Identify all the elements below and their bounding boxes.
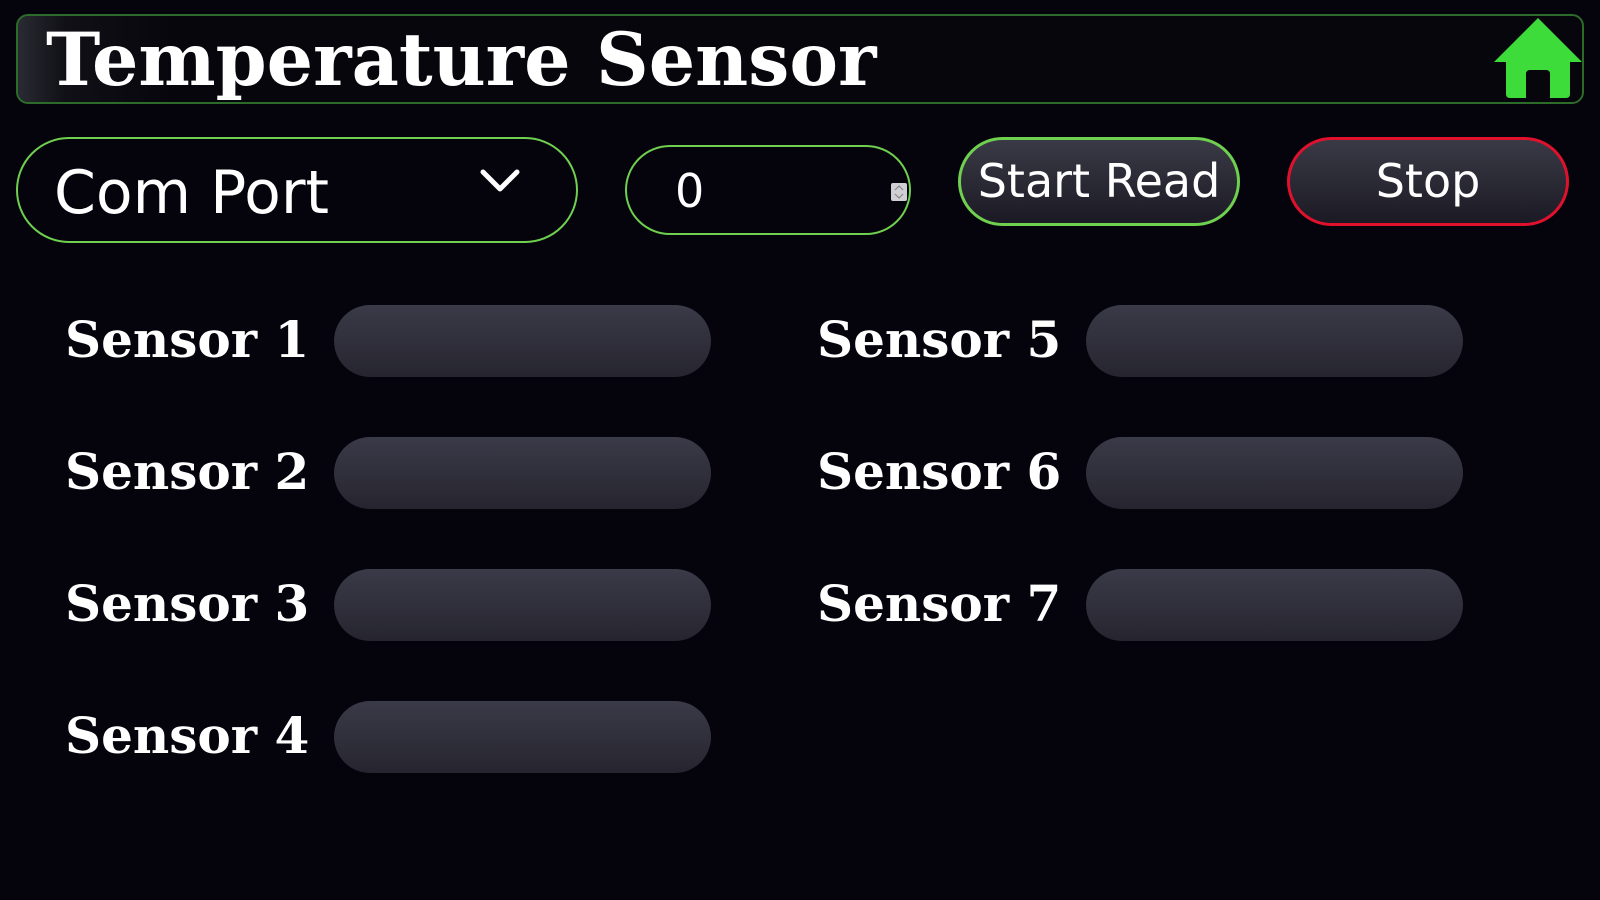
sensor-1-label: Sensor 1: [65, 310, 310, 369]
stop-button[interactable]: Stop: [1287, 137, 1569, 226]
sensor-3-label: Sensor 3: [65, 574, 310, 633]
sensor-7-label: Sensor 7: [817, 574, 1062, 633]
com-port-dropdown[interactable]: Com Port: [16, 137, 578, 243]
page-title: Temperature Sensor: [46, 17, 877, 103]
sensor-5-field[interactable]: [1086, 305, 1463, 377]
sensor-7-field[interactable]: [1086, 569, 1463, 641]
spinbox-input[interactable]: [675, 165, 825, 217]
chevron-down-icon: [480, 169, 520, 192]
home-icon[interactable]: [1492, 16, 1584, 98]
value-spinbox[interactable]: [625, 145, 911, 235]
com-port-label: Com Port: [54, 158, 330, 228]
spin-arrows-icon[interactable]: [891, 183, 907, 201]
sensor-4-field[interactable]: [334, 701, 711, 773]
sensor-4-label: Sensor 4: [65, 706, 310, 765]
start-read-button[interactable]: Start Read: [958, 137, 1240, 226]
sensor-6-field[interactable]: [1086, 437, 1463, 509]
sensor-1-field[interactable]: [334, 305, 711, 377]
sensor-5-label: Sensor 5: [817, 310, 1062, 369]
title-bar: Temperature Sensor: [16, 14, 1584, 104]
sensor-2-label: Sensor 2: [65, 442, 310, 501]
sensor-2-field[interactable]: [334, 437, 711, 509]
sensor-3-field[interactable]: [334, 569, 711, 641]
sensor-6-label: Sensor 6: [817, 442, 1062, 501]
